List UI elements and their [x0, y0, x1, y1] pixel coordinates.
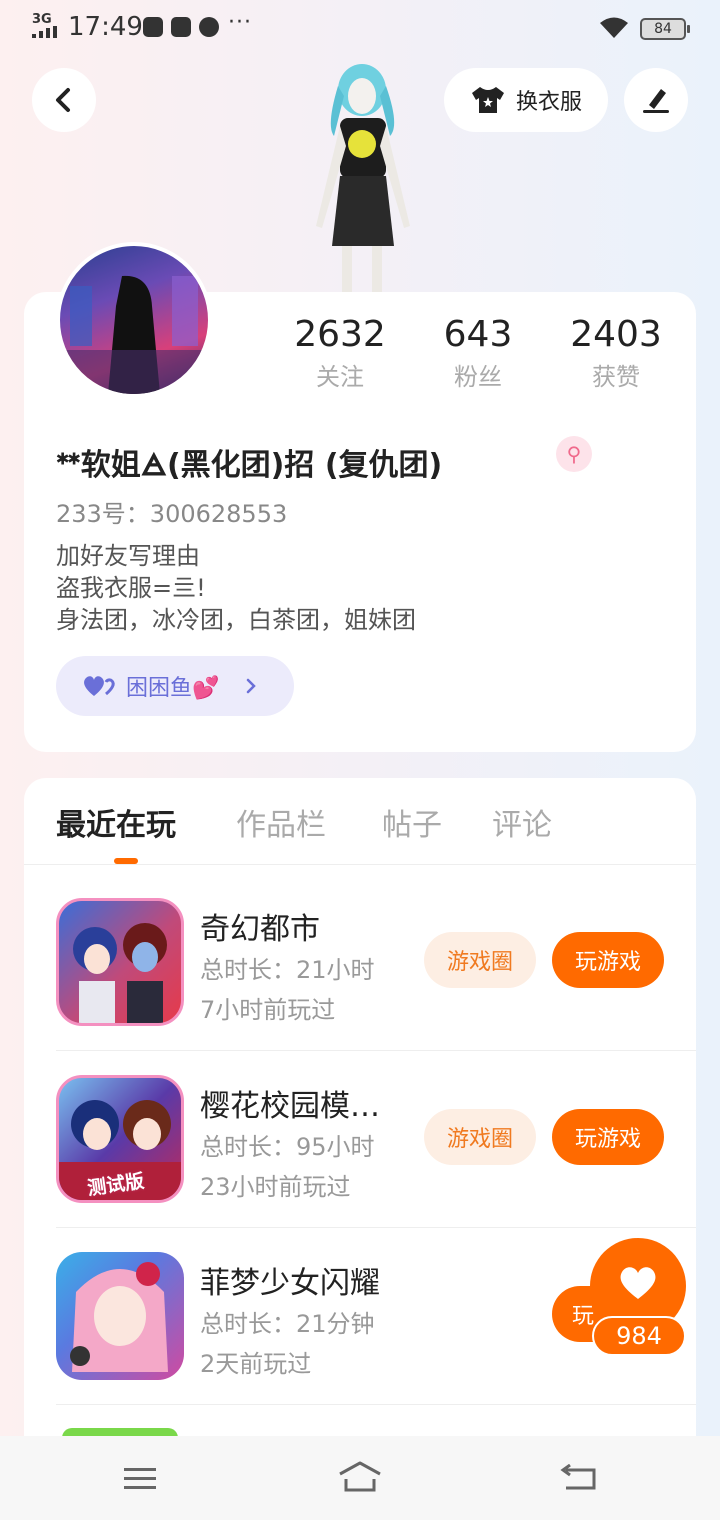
following-label: 关注	[316, 363, 364, 391]
bio-line: 盗我衣服=亖!	[56, 574, 206, 602]
menu-icon[interactable]	[122, 1466, 158, 1492]
home-icon[interactable]	[336, 1460, 384, 1494]
stat-followers[interactable]: 643 粉丝	[408, 314, 548, 392]
game-circle-button[interactable]: 游戏圈	[424, 932, 536, 988]
edit-profile-button[interactable]	[624, 68, 688, 132]
play-game-button[interactable]: 玩游戏	[552, 1109, 664, 1165]
best-friend-label: 困困鱼💕	[126, 676, 220, 701]
game-row[interactable]: 奇幻都市 总时长：21小时 7小时前玩过 游戏圈 玩游戏	[56, 898, 696, 1028]
user-id[interactable]: 233号：300628553	[56, 494, 287, 529]
female-gender-icon: ⚲	[556, 436, 592, 472]
game-row[interactable]: 测试版 樱花校园模… 总时长：95小时 23小时前玩过 游戏圈 玩游戏	[56, 1075, 696, 1205]
network-type: 3G	[32, 12, 52, 27]
game-icon-fantasy-city	[56, 898, 184, 1026]
stat-following[interactable]: 2632 关注	[270, 314, 410, 392]
pencil-icon	[643, 89, 669, 113]
clock: 17:49	[68, 12, 143, 42]
tab-posts[interactable]: 帖子	[382, 800, 442, 844]
heart-icon	[620, 1267, 656, 1299]
tab-comments[interactable]: 评论	[492, 800, 552, 844]
double-heart-icon	[84, 676, 115, 696]
game-art	[70, 1262, 168, 1372]
divider	[56, 1404, 696, 1405]
game-last-played: 2天前玩过	[200, 1350, 312, 1378]
signal-icon	[32, 26, 57, 38]
game-last-played: 7小时前玩过	[200, 996, 336, 1024]
likes-label: 获赞	[592, 363, 640, 391]
play-app-icon	[143, 17, 163, 37]
nickname: ᕯ软姐🜁(黑化团)招 (复仇团)	[56, 448, 443, 483]
divider	[56, 1227, 696, 1228]
wifi-icon	[600, 17, 628, 38]
game-icon-sakura-school: 测试版	[56, 1075, 184, 1203]
game-icon-dream-girl	[56, 1252, 184, 1380]
back-button[interactable]	[32, 68, 96, 132]
game-art	[73, 923, 167, 1023]
following-count: 2632	[294, 314, 386, 355]
divider	[24, 864, 696, 865]
game-name: 奇幻都市	[200, 912, 320, 947]
like-count: 984	[592, 1316, 686, 1356]
browser-app-icon	[199, 17, 219, 37]
game-duration: 总时长：21小时	[200, 956, 375, 984]
followers-count: 643	[443, 314, 513, 355]
likes-count: 2403	[570, 314, 662, 355]
tab-recent-played[interactable]: 最近在玩	[56, 800, 176, 844]
status-bar: 3G 17:49 ··· 84	[0, 0, 720, 56]
back-nav-icon[interactable]	[560, 1464, 600, 1494]
game-circle-button[interactable]: 游戏圈	[424, 1109, 536, 1165]
change-outfit-label: 换衣服	[515, 90, 582, 115]
game-last-played: 23小时前玩过	[200, 1173, 351, 1201]
game-name: 菲梦少女闪耀	[200, 1266, 380, 1301]
change-outfit-button[interactable]: 换衣服	[444, 68, 608, 132]
more-notifications-icon: ···	[228, 10, 252, 35]
stat-likes[interactable]: 2403 获赞	[546, 314, 686, 392]
play-game-button[interactable]: 玩游戏	[552, 932, 664, 988]
game-duration: 总时长：95小时	[200, 1133, 375, 1161]
bio: 加好友写理由 盗我衣服=亖! 身法团，冰冷团，白茶团，姐妹团	[56, 540, 416, 636]
mail-app-icon	[171, 17, 191, 37]
battery-icon: 84	[640, 18, 690, 40]
followers-label: 粉丝	[454, 363, 502, 391]
divider	[56, 1050, 696, 1051]
best-friend-chip[interactable]: 困困鱼💕	[56, 656, 294, 716]
game-duration: 总时长：21分钟	[200, 1310, 375, 1338]
chevron-right-icon	[247, 678, 257, 694]
system-nav-bar	[0, 1436, 720, 1520]
tshirt-icon	[471, 87, 504, 113]
bio-line: 加好友写理由	[56, 542, 200, 570]
game-name: 樱花校园模…	[200, 1089, 380, 1124]
profile-avatar[interactable]	[56, 242, 212, 398]
tab-works[interactable]: 作品栏	[236, 800, 326, 844]
chevron-left-icon	[56, 88, 70, 112]
bio-line: 身法团，冰冷团，白茶团，姐妹团	[56, 606, 416, 634]
character-avatar-image[interactable]	[296, 56, 426, 296]
avatar-illustration	[60, 275, 208, 394]
